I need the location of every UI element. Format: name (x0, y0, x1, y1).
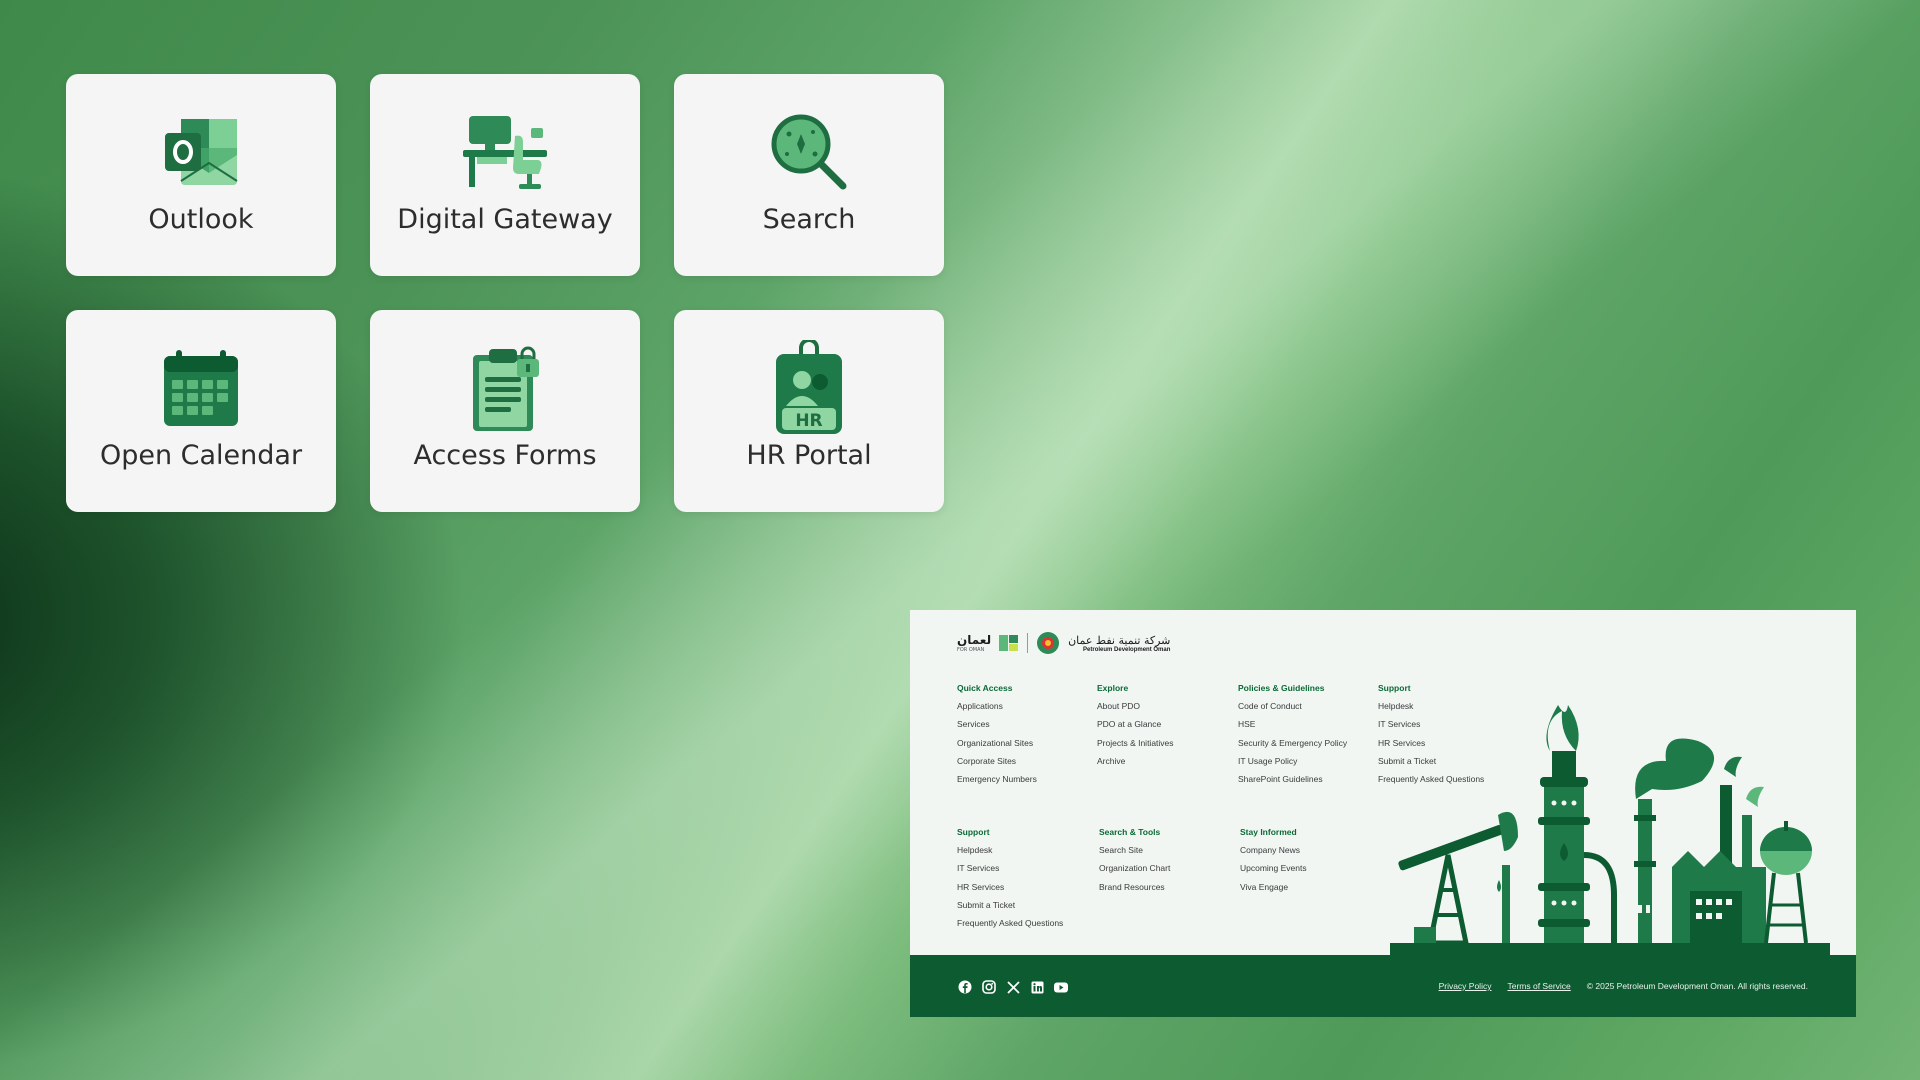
footer-link[interactable]: HSE (1238, 719, 1347, 737)
footer-link[interactable]: SharePoint Guidelines (1238, 774, 1347, 792)
footer-link[interactable]: Security & Emergency Policy (1238, 738, 1347, 756)
privacy-policy-link[interactable]: Privacy Policy (1439, 981, 1492, 991)
tile-label: Open Calendar (99, 440, 303, 471)
footer-link[interactable]: IT Services (957, 863, 1063, 881)
instagram-icon[interactable] (981, 979, 997, 995)
for-oman-mark-icon (999, 635, 1019, 651)
clipboard-icon (461, 344, 549, 432)
footer-link[interactable]: Services (957, 719, 1037, 737)
copyright-text: © 2025 Petroleum Development Oman. All r… (1586, 981, 1808, 991)
tile-label: HR Portal (746, 440, 872, 471)
footer-link[interactable]: Code of Conduct (1238, 701, 1347, 719)
social-links (957, 979, 1069, 995)
tile-open-calendar[interactable]: Open Calendar (66, 310, 336, 512)
footer-link[interactable]: Brand Resources (1099, 882, 1170, 900)
footer-logos: لعمان FOR OMAN شركة تنمية نفط عمان Petro… (957, 630, 1170, 656)
footer-col-search-tools: Search & Tools Search Site Organization … (1099, 827, 1170, 900)
hr-badge-icon: HR (765, 340, 853, 434)
logo-divider (1027, 633, 1029, 653)
for-oman-logo: لعمان FOR OMAN (957, 633, 992, 653)
legal-links: Privacy Policy Terms of Service © 2025 P… (1439, 981, 1808, 991)
footer-link[interactable]: Projects & Initiatives (1097, 738, 1174, 756)
calendar-icon (157, 344, 245, 432)
footer-col-policies: Policies & Guidelines Code of Conduct HS… (1238, 683, 1347, 792)
tile-access-forms[interactable]: Access Forms (370, 310, 640, 512)
oil-industry-illustration (1390, 705, 1830, 955)
footer-link[interactable]: Organization Chart (1099, 863, 1170, 881)
footer-link[interactable]: Search Site (1099, 845, 1170, 863)
desk-icon (461, 108, 549, 196)
footer-bottom-bar: Privacy Policy Terms of Service © 2025 P… (910, 955, 1856, 1017)
footer-link[interactable]: Emergency Numbers (957, 774, 1037, 792)
svg-text:HR: HR (795, 411, 822, 431)
tile-hr-portal[interactable]: HR HR Portal (674, 310, 944, 512)
footer-link[interactable]: IT Usage Policy (1238, 756, 1347, 774)
footer-link[interactable]: Viva Engage (1240, 882, 1307, 900)
footer-link[interactable]: Company News (1240, 845, 1307, 863)
tile-label: Access Forms (413, 440, 597, 471)
pdo-emblem-icon (1037, 632, 1060, 654)
footer-link[interactable]: Organizational Sites (957, 738, 1037, 756)
footer-col-explore: Explore About PDO PDO at a Glance Projec… (1097, 683, 1174, 774)
tile-label: Search (762, 204, 856, 235)
x-icon[interactable] (1005, 979, 1021, 995)
terms-of-service-link[interactable]: Terms of Service (1507, 981, 1570, 991)
tile-label: Digital Gateway (397, 204, 613, 235)
linkedin-icon[interactable] (1029, 979, 1045, 995)
pdo-logo-text: شركة تنمية نفط عمان Petroleum Developmen… (1068, 633, 1171, 653)
footer-link[interactable]: PDO at a Glance (1097, 719, 1174, 737)
magnifier-icon (765, 108, 853, 196)
tile-search[interactable]: Search (674, 74, 944, 276)
footer-link[interactable]: Archive (1097, 756, 1174, 774)
youtube-icon[interactable] (1053, 979, 1069, 995)
footer-link[interactable]: Applications (957, 701, 1037, 719)
footer-link[interactable]: HR Services (957, 882, 1063, 900)
tile-outlook[interactable]: Outlook (66, 74, 336, 276)
outlook-icon (157, 108, 245, 196)
footer-link[interactable]: Upcoming Events (1240, 863, 1307, 881)
site-footer: لعمان FOR OMAN شركة تنمية نفط عمان Petro… (910, 610, 1856, 1017)
footer-link[interactable]: Submit a Ticket (957, 900, 1063, 918)
footer-col-support: Support Helpdesk IT Services HR Services… (957, 827, 1063, 936)
footer-link[interactable]: Frequently Asked Questions (957, 918, 1063, 936)
tile-label: Outlook (148, 204, 254, 235)
footer-link[interactable]: Corporate Sites (957, 756, 1037, 774)
footer-link[interactable]: Helpdesk (957, 845, 1063, 863)
tile-digital-gateway[interactable]: Digital Gateway (370, 74, 640, 276)
facebook-icon[interactable] (957, 979, 973, 995)
footer-col-quick-access: Quick Access Applications Services Organ… (957, 683, 1037, 792)
footer-col-stay-informed: Stay Informed Company News Upcoming Even… (1240, 827, 1307, 900)
footer-link[interactable]: About PDO (1097, 701, 1174, 719)
